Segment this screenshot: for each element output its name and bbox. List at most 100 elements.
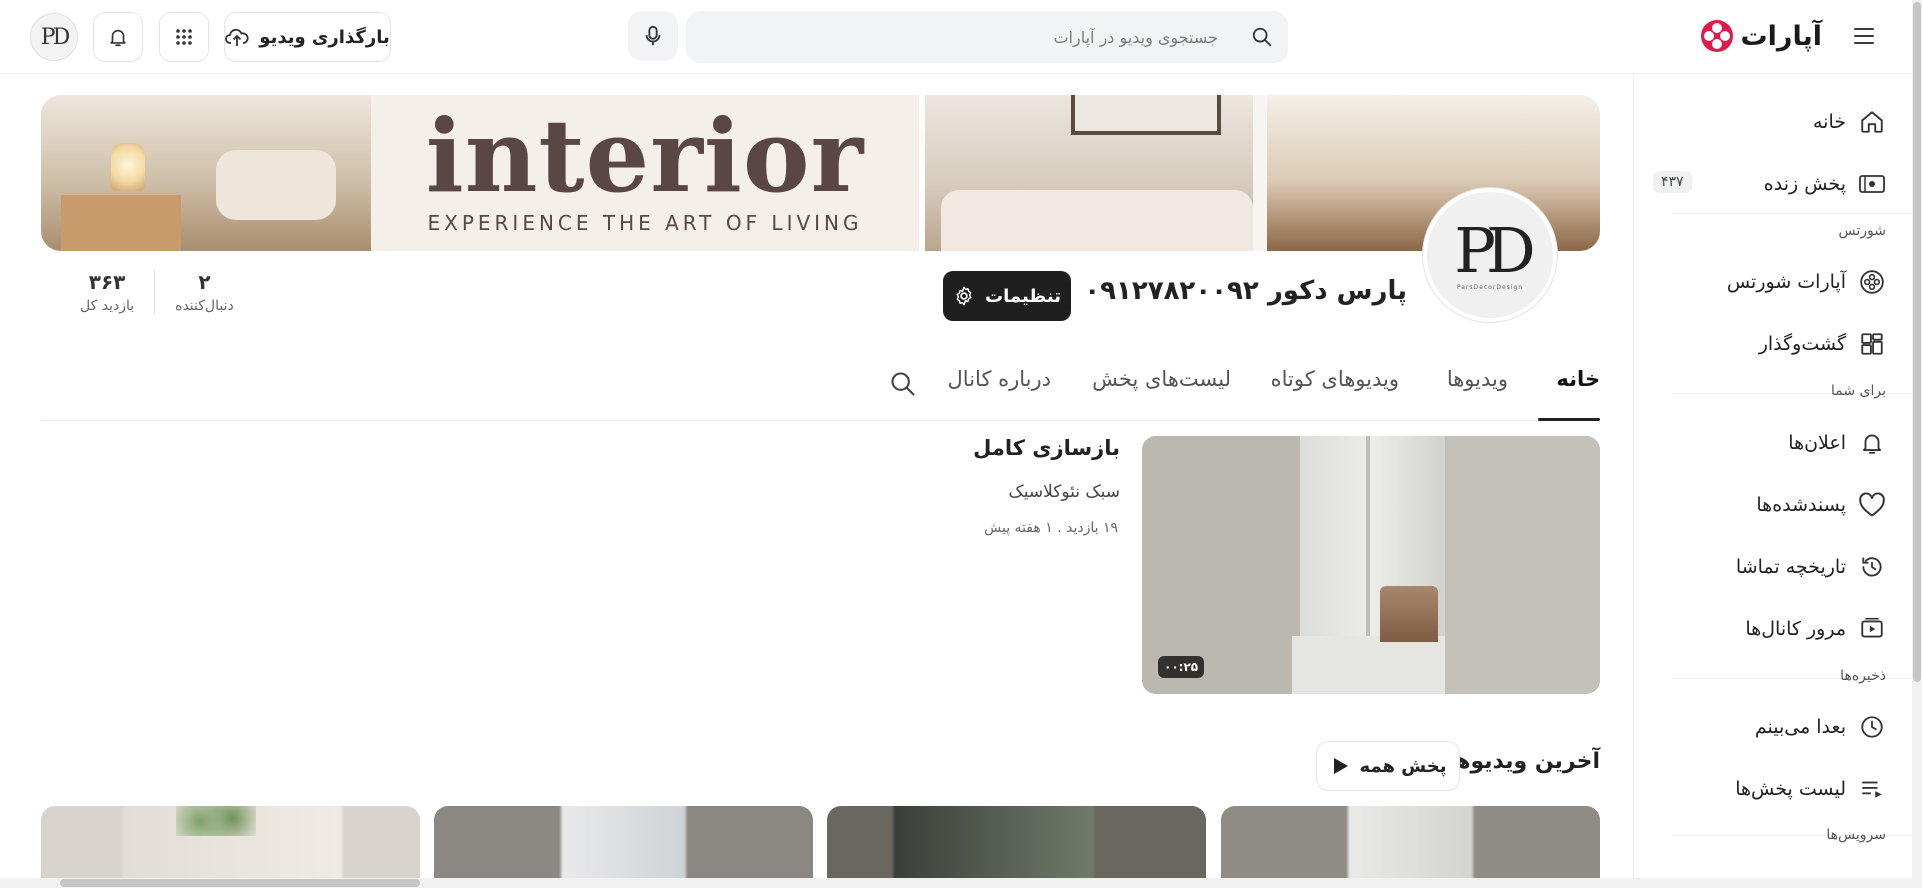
notifications-bell-icon[interactable] [93,12,143,62]
play-all-button[interactable]: پخش همه [1316,741,1460,791]
shorts-icon [1858,268,1886,296]
video-card-thumbnail[interactable] [41,806,420,888]
bell-icon [1858,429,1886,457]
top-header: آپارات بارگذاری ویدیو PD [0,0,1912,74]
channel-search-icon[interactable] [887,370,917,400]
sidebar-item-watch-later[interactable]: بعدا می‌بینم [1633,702,1912,752]
stat-value: ۳۶۳ [88,270,126,294]
upload-video-button[interactable]: بارگذاری ویدیو [224,12,391,62]
sidebar-item-label: لیست پخش‌ها [1735,778,1846,800]
sidebar-item-label: خانه [1812,111,1846,133]
sidebar-item-live[interactable]: ۴۳۷ پخش زنده [1633,159,1912,209]
history-icon [1858,553,1886,581]
stat-value: ۲ [198,270,211,294]
home-icon [1858,108,1886,136]
featured-video-description: سبک نئوکلاسیک [1008,482,1120,502]
video-card-thumbnail[interactable] [434,806,813,888]
live-count-badge: ۴۳۷ [1653,171,1692,193]
banner-pillow [216,150,336,220]
banner-wall-frame [1071,95,1221,135]
gear-icon [953,285,975,307]
play-icon [1330,756,1350,776]
thumb-plant [176,806,256,836]
sidebar-item-label: پسندشده‌ها [1756,494,1846,516]
thumb-right-wall [1445,436,1600,694]
avatar-monogram: PD [1454,213,1535,287]
thumb-bench [1380,586,1438,642]
sidebar-item-notifications[interactable]: اعلان‌ها [1633,418,1912,468]
mic-icon[interactable] [628,11,678,61]
sidebar-item-label: مرور کانال‌ها [1745,618,1846,640]
sidebar-section-services: سرویس‌ها [1826,827,1886,843]
channel-name: پارس دکور ۰۹۱۲۷۸۲۰۰۹۲ [1084,276,1407,306]
video-duration-badge: ۰۰:۲۵ [1158,656,1205,678]
clock-icon [1858,713,1886,741]
sidebar-item-liked[interactable]: پسندشده‌ها [1633,480,1912,530]
tab-videos[interactable]: ویدیوها [1447,367,1508,391]
live-icon [1858,170,1886,198]
user-avatar[interactable]: PD [30,13,78,61]
featured-video-title[interactable]: بازسازی کامل [973,436,1120,460]
sidebar-item-label: گشت‌وگذار [1758,333,1846,355]
channels-icon [1858,615,1886,643]
sidebar-item-playlists[interactable]: لیست پخش‌ها [1633,764,1912,814]
sidebar-section-shorts: شورتس [1838,223,1886,239]
banner-nightstand [61,195,181,251]
logo-mark-icon [1700,20,1733,52]
vertical-scrollbar[interactable] [1912,0,1922,888]
menu-icon[interactable] [1852,24,1876,48]
scrollbar-thumb[interactable] [1913,2,1921,682]
heart-icon [1858,491,1886,519]
sidebar-item-channels[interactable]: مرور کانال‌ها [1633,604,1912,654]
tab-shorts[interactable]: ویدیوهای کوتاه [1271,367,1399,391]
latest-videos-title: آخرین ویدیوها [1446,749,1600,774]
upload-label: بارگذاری ویدیو [259,26,390,48]
channel-tabs: خانه ویدیوها ویدیوهای کوتاه لیست‌های پخش… [41,355,1600,421]
channel-settings-button[interactable]: تنظیمات [943,271,1071,321]
sidebar-item-label: تاریخچه تماشا [1735,556,1846,578]
aparat-logo[interactable]: آپارات [1700,14,1823,58]
banner-divider [1253,95,1267,251]
sidebar-item-explore[interactable]: گشت‌وگذار [1633,319,1912,369]
sidebar-item-label: بعدا می‌بینم [1754,716,1846,738]
sidebar-item-label: اعلان‌ها [1788,432,1846,454]
video-card-thumbnail[interactable] [1221,806,1600,888]
channel-avatar[interactable]: PD ParsDecorDesign [1423,188,1557,322]
search-input[interactable] [686,11,1236,63]
sidebar-item-shorts[interactable]: آپارات شورتس [1633,257,1912,307]
playlist-icon [1858,775,1886,803]
banner-sofa [941,190,1253,251]
cloud-upload-icon [225,26,249,48]
sidebar-section-saved: ذخیره‌ها [1840,668,1886,684]
sidebar: خانه ۴۳۷ پخش زنده شورتس آپارات شورتس گشت… [1633,75,1912,888]
play-all-label: پخش همه [1359,755,1447,777]
horizontal-scrollbar[interactable] [0,878,1912,888]
channel-stats: ۳۶۳ بازدید کل ۲ دنبال‌کننده [60,270,254,314]
sidebar-item-home[interactable]: خانه [1633,97,1912,147]
explore-icon [1858,330,1886,358]
channel-banner: interior EXPERIENCE THE ART OF LIVING [41,95,1600,251]
stat-followers: ۲ دنبال‌کننده [155,270,254,314]
tab-about[interactable]: درباره کانال [948,367,1051,391]
banner-lamp [111,143,145,191]
featured-video-meta: ۱۹ بازدید . ۱ هفته پیش [984,520,1118,536]
sidebar-item-label: پخش زنده [1763,173,1846,195]
search-icon[interactable] [1236,11,1288,63]
video-card-thumbnail[interactable] [827,806,1206,888]
sidebar-item-label: آپارات شورتس [1726,271,1846,293]
thumb-floor [1292,636,1452,694]
sidebar-section-for-you: برای شما [1830,383,1886,399]
sidebar-item-history[interactable]: تاریخچه تماشا [1633,542,1912,592]
settings-label: تنظیمات [985,285,1061,307]
scrollbar-thumb[interactable] [60,879,420,887]
apps-grid-icon[interactable] [159,12,209,62]
stat-caption: بازدید کل [80,298,135,314]
avatar-tagline: ParsDecorDesign [1456,283,1524,291]
tab-playlists[interactable]: لیست‌های پخش [1092,367,1231,391]
logo-text: آپارات [1740,20,1823,52]
banner-title: interior [425,97,865,215]
featured-video-thumbnail[interactable]: ۰۰:۲۵ [1142,436,1600,694]
banner-subtitle: EXPERIENCE THE ART OF LIVING [427,211,863,235]
tab-home[interactable]: خانه [1556,367,1600,391]
active-tab-indicator [1538,418,1600,421]
